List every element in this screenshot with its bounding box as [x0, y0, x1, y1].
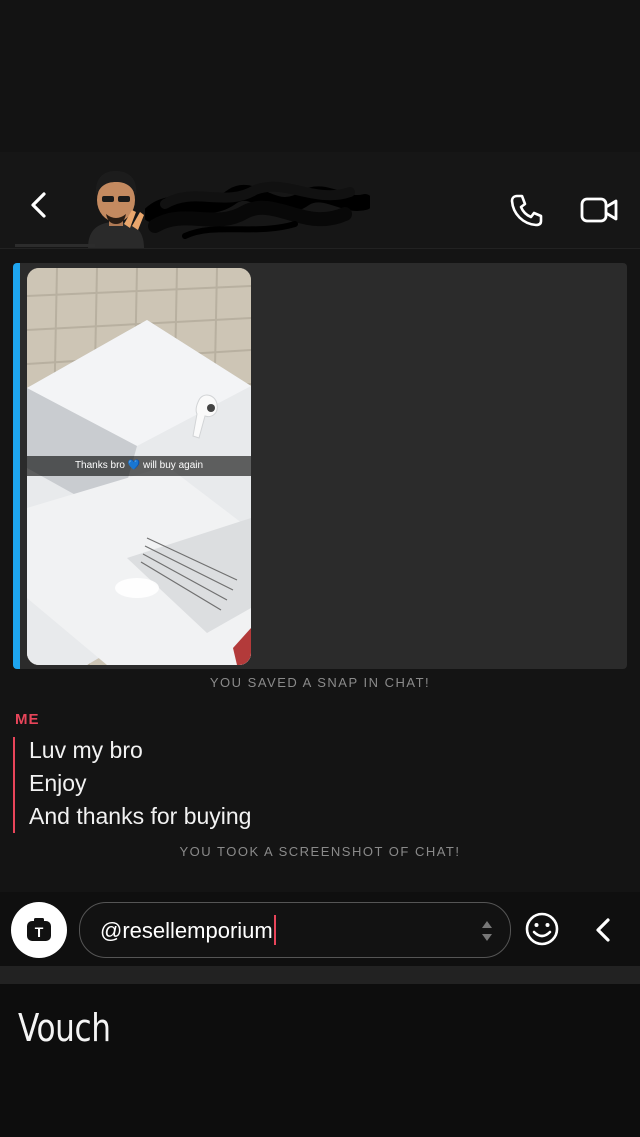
chevron-left-icon	[31, 192, 46, 218]
stepper-icon[interactable]	[480, 919, 494, 943]
saved-snap-notice: YOU SAVED A SNAP IN CHAT!	[209, 675, 431, 690]
video-call-button[interactable]	[578, 192, 620, 228]
sender-label: ME	[15, 711, 40, 728]
divider-strip	[0, 966, 640, 984]
snap-caption-text: Thanks bro	[74, 460, 125, 471]
call-button[interactable]	[506, 190, 546, 230]
post-caption: Vouch	[18, 1006, 111, 1050]
message-group: Luv my bro Enjoy And thanks for buying	[13, 737, 615, 833]
camera-button[interactable]: T	[11, 902, 67, 958]
text-caret	[273, 915, 276, 946]
chevron-left-icon	[596, 918, 610, 942]
message-text[interactable]: Luv my bro	[29, 737, 143, 764]
friend-avatar[interactable]	[80, 166, 152, 248]
post-caption-area: Vouch	[0, 984, 640, 1137]
status-area	[0, 0, 640, 152]
blue-heart-icon: 💙	[127, 460, 141, 471]
snap-thumbnail[interactable]: Thanks bro 💙 will buy again	[27, 268, 251, 665]
emoji-button[interactable]	[522, 909, 562, 949]
message-text[interactable]: Enjoy	[29, 770, 87, 797]
video-camera-icon	[580, 197, 618, 223]
bitmoji-avatar-icon	[88, 170, 144, 248]
back-button[interactable]	[22, 188, 56, 222]
snap-caption-overlay: Thanks bro 💙 will buy again	[27, 456, 251, 476]
screenshot-notice: YOU TOOK A SCREENSHOT OF CHAT!	[179, 844, 461, 859]
chat-header	[0, 152, 640, 249]
header-divider	[15, 244, 95, 247]
redacted-username-scribble	[143, 174, 373, 242]
camera-icon: T	[27, 918, 51, 941]
saved-snap-message[interactable]: Thanks bro 💙 will buy again	[13, 263, 627, 669]
phone-icon	[510, 194, 543, 227]
collapse-button[interactable]	[590, 915, 616, 945]
chat-input[interactable]: @resellemporium	[79, 902, 511, 958]
composer-bar: T @resellemporium	[0, 892, 640, 966]
chat-input-value: @resellemporium	[100, 918, 273, 943]
snap-accent-bar	[13, 263, 20, 669]
snap-caption-text-end: will buy again	[143, 460, 204, 471]
smiley-icon	[525, 912, 559, 946]
svg-text:T: T	[35, 924, 44, 940]
chat-thread: Thanks bro 💙 will buy again YOU SAVED A …	[0, 249, 640, 892]
message-text[interactable]: And thanks for buying	[29, 803, 251, 830]
